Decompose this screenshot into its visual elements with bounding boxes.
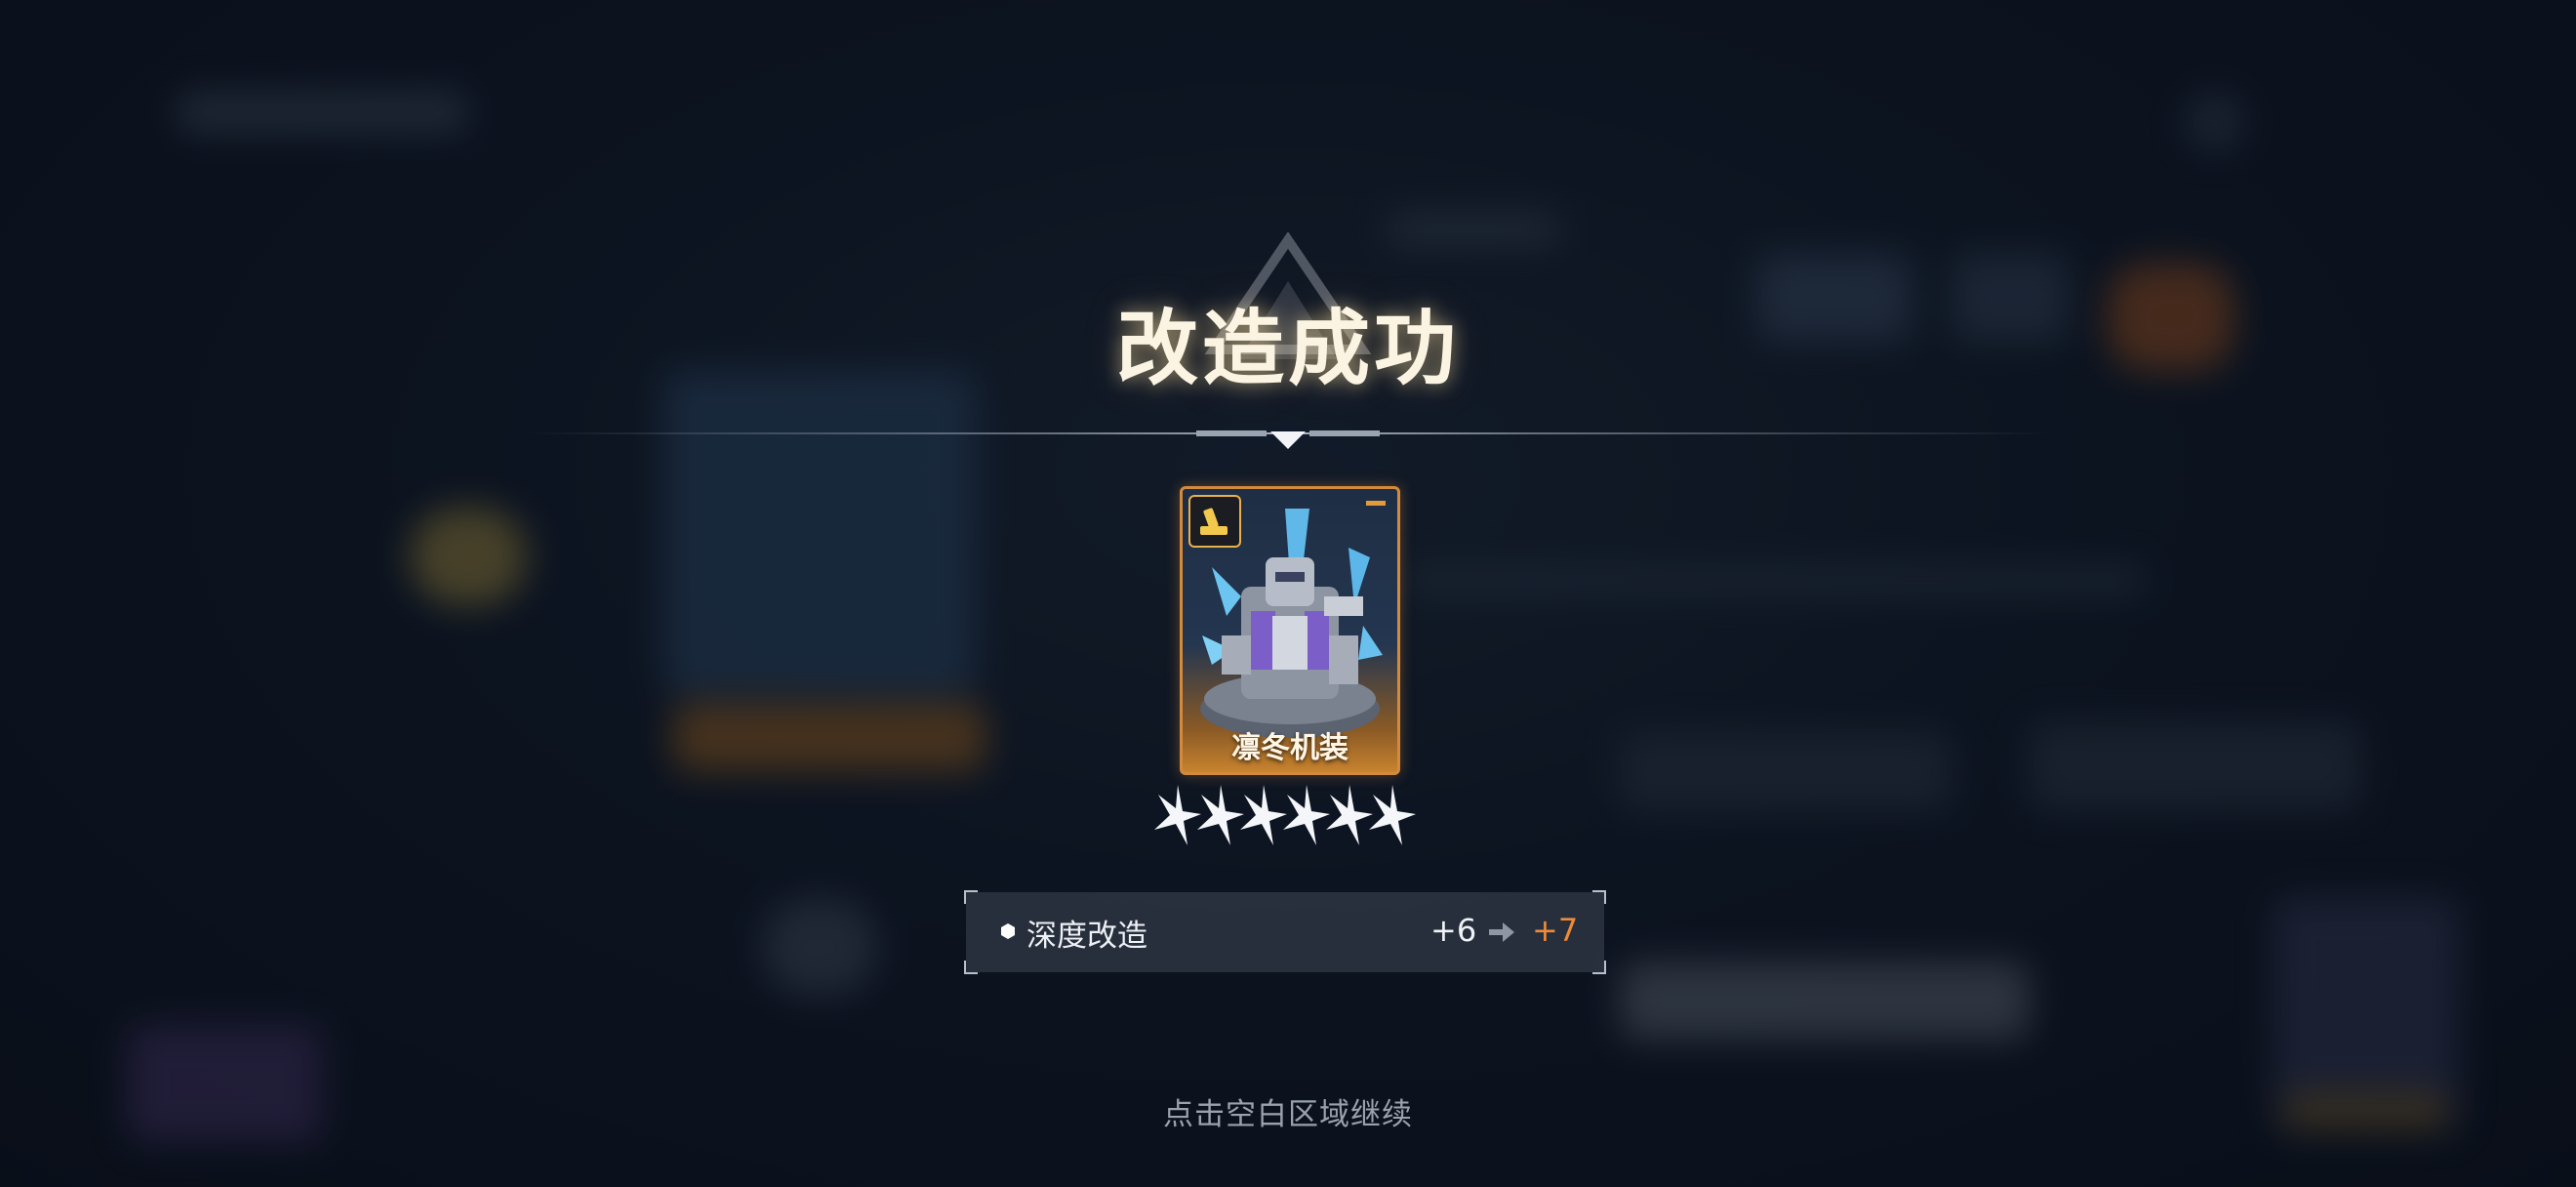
star-icon bbox=[1197, 785, 1244, 845]
card-name: 凛冬机装 bbox=[1231, 731, 1348, 765]
upgrade-new-value: +7 bbox=[1532, 912, 1579, 949]
divider-accent-right bbox=[1309, 430, 1380, 436]
divider-arrow-icon bbox=[1270, 431, 1306, 449]
continue-hint: 点击空白区域继续 bbox=[1163, 1097, 1413, 1132]
corner-bracket bbox=[964, 890, 978, 904]
card-type-badge bbox=[1188, 495, 1241, 548]
star-icon bbox=[1154, 785, 1201, 845]
star-rating bbox=[1154, 785, 1416, 845]
upgrade-label: 深度改造 bbox=[1026, 919, 1147, 954]
corner-bracket bbox=[1592, 961, 1606, 974]
star-icon bbox=[1283, 785, 1330, 845]
corner-bracket bbox=[1592, 890, 1606, 904]
mech-card[interactable]: 凛冬机装 bbox=[1180, 486, 1400, 775]
upgrade-old-value: +6 bbox=[1430, 912, 1477, 949]
upgrade-info-row: 深度改造 +6 +7 bbox=[964, 890, 1606, 974]
corner-bracket bbox=[964, 961, 978, 974]
wrench-icon bbox=[1200, 508, 1228, 535]
success-title: 改造成功 bbox=[1115, 300, 1460, 396]
hexagon-bullet-icon bbox=[1001, 923, 1015, 939]
arrow-right-icon bbox=[1489, 922, 1514, 942]
card-rank-tag bbox=[1366, 501, 1386, 506]
divider-accent-left bbox=[1196, 430, 1267, 436]
star-icon bbox=[1326, 785, 1373, 845]
star-icon bbox=[1240, 785, 1287, 845]
result-overlay[interactable]: 改造成功 凛冬机装 深度改造 +6 +7 点击空白区域继续 bbox=[0, 0, 2576, 1187]
star-icon bbox=[1369, 785, 1416, 845]
